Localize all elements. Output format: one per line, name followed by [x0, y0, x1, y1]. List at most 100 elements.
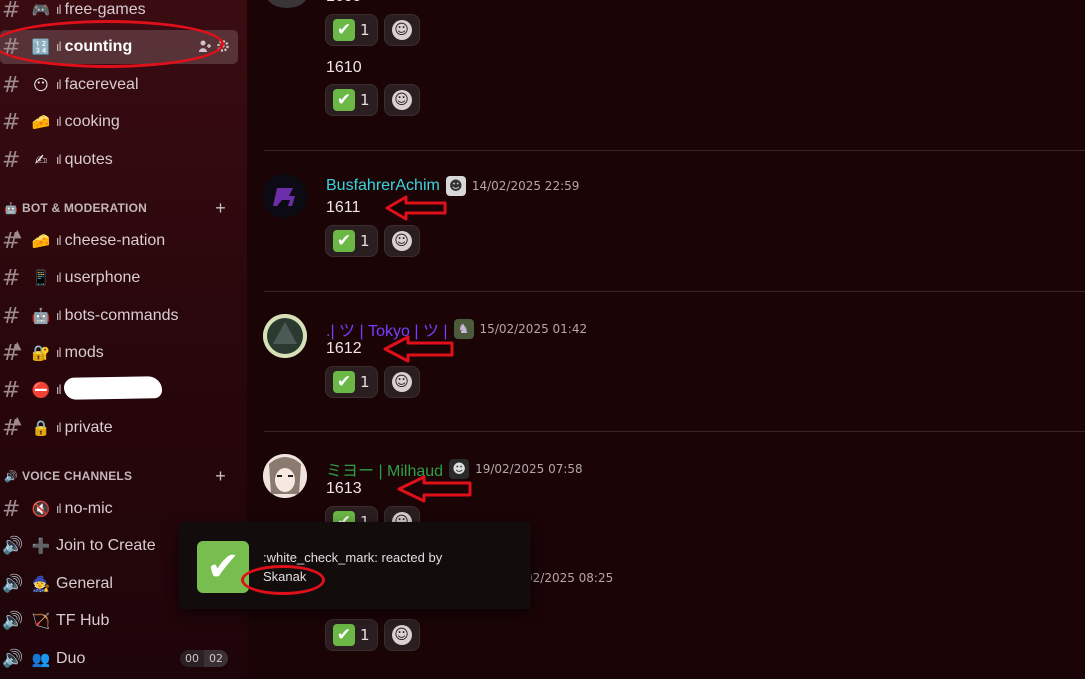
text-channel-icon: #	[2, 303, 21, 329]
channel-name: free-games	[64, 1, 146, 18]
channel-bots-commands[interactable]: # 🤖 ıl bots-commands	[0, 299, 238, 333]
annotation-circle-counting	[0, 20, 224, 68]
reaction-tooltip: ✔ :white_check_mark: reacted by Skanak	[179, 522, 531, 609]
current-users: 00	[185, 652, 199, 665]
cheese-icon: 🧀	[31, 113, 51, 131]
message-header: 02/2025 08:25	[525, 571, 613, 585]
timestamp: 15/02/2025 01:42	[479, 322, 588, 336]
tooltip-emoji-label: :white_check_mark: reacted by	[263, 550, 443, 565]
text-channel-icon: # ▲	[2, 226, 22, 254]
reaction-check[interactable]: ✔ 1	[325, 225, 378, 257]
reaction-check[interactable]: ✔ 1	[325, 84, 378, 116]
channel-cooking[interactable]: # 🧀 ıl cooking	[0, 105, 238, 139]
user-limit-counter: 00 02	[180, 650, 228, 667]
category-bot-moderation[interactable]: 🤖 BOT & MODERATION +	[4, 198, 238, 219]
plus-emoji-icon: ➕	[31, 537, 51, 555]
text-channel-icon: #	[2, 72, 21, 98]
writing-hand-icon: ✍	[34, 151, 48, 169]
channel-separator: ıl	[56, 502, 62, 516]
channel-name: userphone	[64, 269, 141, 286]
reaction-bar: ✔ 1 ☺	[325, 366, 420, 398]
message-header: BusfahrerAchim ☻ 14/02/2025 22:59	[326, 176, 579, 196]
reaction-check[interactable]: ✔ 1	[325, 366, 378, 398]
message-content: 1612	[326, 340, 362, 357]
message-divider	[264, 150, 1085, 151]
avatar-busfahrerachim[interactable]	[263, 174, 307, 218]
reaction-check[interactable]: ✔ 1	[325, 619, 378, 651]
reaction-count: 1	[360, 373, 370, 391]
no-entry-icon: ⛔	[31, 381, 51, 399]
user-badge-icon: ♞	[453, 319, 474, 339]
reaction-count: 1	[360, 232, 370, 250]
timestamp: 02/2025 08:25	[525, 571, 614, 585]
text-channel-icon: #	[2, 265, 21, 291]
redaction-scribble	[63, 376, 163, 400]
channel-separator: ıl	[56, 78, 62, 92]
phone-icon: 📱	[31, 269, 51, 287]
message-divider	[264, 431, 1085, 432]
category-label: BOT & MODERATION	[22, 201, 147, 215]
text-channel-icon: #	[2, 377, 21, 403]
author-name[interactable]: BusfahrerAchim	[326, 177, 440, 195]
robot-icon: 🤖	[4, 202, 18, 215]
speaker-icon: 🔊	[2, 574, 24, 594]
check-mark-icon: ✔	[333, 89, 355, 111]
check-mark-icon: ✔	[333, 371, 355, 393]
people-icon: 👥	[31, 650, 51, 668]
reaction-bar: ✔ 1 ☺	[325, 14, 420, 46]
speaker-icon: 🔊	[2, 649, 24, 669]
speaker-icon: 🔊	[2, 536, 24, 556]
channel-name: Join to Create	[56, 537, 156, 554]
create-channel-plus-icon[interactable]: +	[215, 198, 226, 219]
timestamp: 19/02/2025 07:58	[475, 462, 583, 476]
speaker-icon: 🔊	[2, 611, 24, 631]
reaction-check[interactable]: ✔ 1	[325, 14, 378, 46]
avatar-tokyo[interactable]	[263, 314, 307, 358]
locked-text-channel-icon: # ▲	[2, 413, 22, 441]
smile-add-icon: ☺	[391, 625, 412, 645]
smile-add-icon: ☺	[391, 231, 412, 251]
cheese-icon: 🧀	[31, 232, 51, 250]
text-channel-icon: #	[2, 147, 21, 173]
channel-no-mic[interactable]: # 🔇 ıl no-mic	[0, 492, 238, 526]
create-channel-plus-icon[interactable]: +	[215, 466, 226, 487]
reaction-count: 1	[360, 626, 370, 644]
smile-add-icon: ☺	[391, 20, 412, 40]
annotation-arrow	[383, 335, 454, 363]
channel-cheese-nation[interactable]: # ▲ 🧀 ıl cheese-nation	[0, 224, 238, 258]
add-reaction-button[interactable]: ☺	[383, 366, 420, 398]
add-reaction-button[interactable]: ☺	[383, 619, 420, 651]
channel-separator: ıl	[56, 383, 62, 397]
add-reaction-button[interactable]: ☺	[383, 14, 420, 46]
annotation-circle-reactor	[241, 565, 325, 595]
timestamp: 14/02/2025 22:59	[471, 179, 580, 193]
channel-separator: ıl	[56, 234, 62, 248]
channel-name: private	[64, 419, 113, 436]
channel-facereveal[interactable]: # 😶 ıl facereveal	[0, 68, 238, 102]
channel-separator: ıl	[56, 271, 62, 285]
add-reaction-button[interactable]: ☺	[383, 225, 420, 257]
category-voice-channels[interactable]: 🔊 VOICE CHANNELS +	[4, 466, 238, 487]
avatar-milhaud[interactable]	[263, 454, 307, 498]
channel-name: quotes	[64, 151, 113, 168]
text-channel-icon: #	[2, 0, 21, 23]
channel-quotes[interactable]: # ✍ ıl quotes	[0, 143, 238, 177]
channel-separator: ıl	[56, 346, 62, 360]
channel-mods[interactable]: # ▲ 🔐 ıl mods	[0, 336, 238, 370]
add-reaction-button[interactable]: ☺	[383, 84, 420, 116]
smile-add-icon: ☺	[391, 372, 412, 392]
voice-channel-tf-hub[interactable]: 🔊 🏹 TF Hub	[0, 604, 238, 638]
robot-icon: 🤖	[31, 307, 51, 325]
lock-icon: 🔒	[31, 419, 51, 437]
channel-private[interactable]: # ▲ 🔒 ıl private	[0, 411, 238, 445]
speaker-icon: 🔊	[4, 470, 18, 483]
voice-channel-duo[interactable]: 🔊 👥 Duo 00 02	[0, 642, 238, 676]
channel-name: cheese-nation	[64, 232, 166, 249]
channel-name: Duo	[56, 650, 86, 667]
channel-name: TF Hub	[56, 612, 110, 629]
channel-name: mods	[64, 344, 104, 361]
channel-userphone[interactable]: # 📱 ıl userphone	[0, 261, 238, 295]
text-channel-icon: #	[2, 496, 21, 522]
message-content: 1610	[326, 59, 362, 76]
user-badge-icon: ☻	[445, 176, 466, 196]
